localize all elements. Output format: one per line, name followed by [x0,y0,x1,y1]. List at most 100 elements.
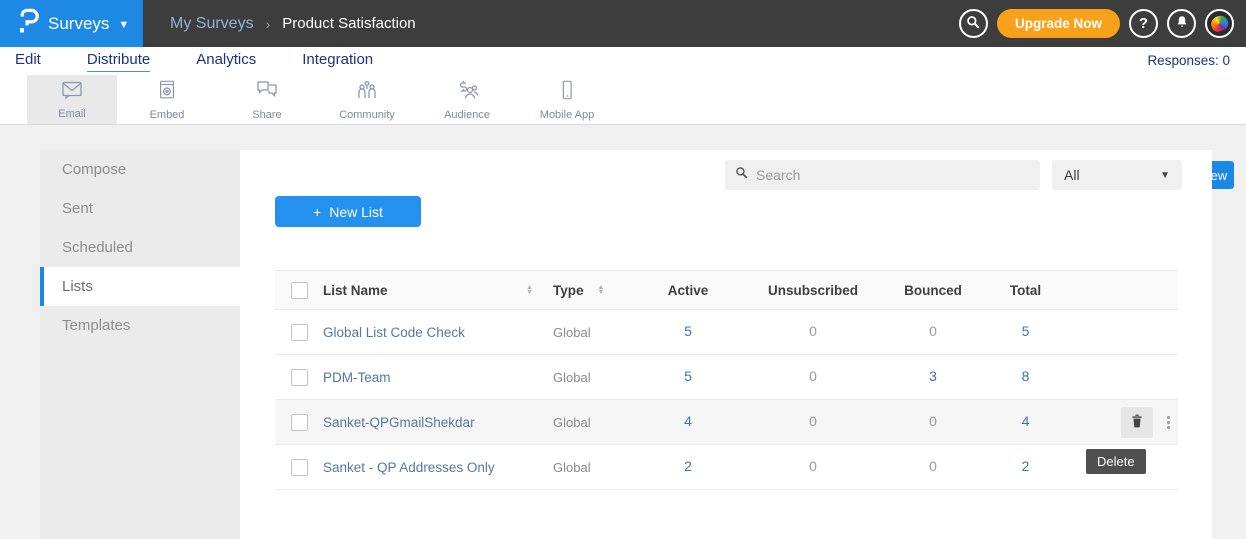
chevron-down-icon: ▼ [118,19,129,31]
list-type: Global [553,370,591,385]
email-icon [60,80,84,105]
brand-menu[interactable]: Surveys ▼ [0,0,143,47]
row-menu-button[interactable] [1167,416,1170,429]
column-unsubscribed: Unsubscribed [743,283,883,298]
sidebar-item-scheduled[interactable]: Scheduled [40,228,240,267]
survey-nav: Edit Distribute Analytics Integration Re… [0,47,1246,75]
share-icon [255,79,279,106]
tab-distribute[interactable]: Distribute [87,51,150,72]
list-name-link[interactable]: Global List Code Check [323,325,465,340]
filter-dropdown[interactable]: All ▼ [1052,160,1182,190]
audience-icon [455,79,479,106]
channel-email[interactable]: Email [27,75,117,124]
total-count[interactable]: 2 [1022,458,1030,474]
channel-community[interactable]: Community [317,75,417,124]
list-type: Global [553,460,591,475]
delete-tooltip: Delete [1086,449,1146,474]
avatar-logo [1209,13,1231,34]
sort-list-name-icon[interactable]: ▲▼ [526,285,533,295]
channel-audience-label: Audience [444,109,490,121]
lists-table: List Name ▲▼ Type ▲▼ Active Unsubscribed… [275,270,1178,490]
total-count[interactable]: 8 [1022,368,1030,384]
channel-mobile-app[interactable]: Mobile App [517,75,617,124]
lists-panel: All ▼ + New List List Name ▲▼ Type ▲▼ Ac… [240,150,1212,539]
notifications-button[interactable] [1167,9,1196,38]
active-count[interactable]: 5 [684,368,692,384]
list-name-link[interactable]: Sanket-QPGmailShekdar [323,415,475,430]
column-list-name: List Name [323,283,388,298]
questionpro-logo-icon [16,7,39,40]
bounced-count[interactable]: 0 [929,413,937,429]
row-checkbox[interactable] [291,369,308,386]
page-title: Product Satisfaction [282,15,415,32]
new-list-label: New List [329,204,383,220]
row-checkbox[interactable] [291,459,308,476]
unsubscribed-count[interactable]: 0 [809,368,817,384]
sidebar-item-compose[interactable]: Compose [40,150,240,189]
delete-list-button[interactable] [1121,407,1153,438]
bounced-count[interactable]: 0 [929,323,937,339]
responses-count[interactable]: Responses: 0 [1147,53,1230,68]
embed-icon [156,79,178,106]
list-search [725,160,1040,190]
sidebar-item-lists[interactable]: Lists [40,267,240,306]
active-count[interactable]: 4 [684,413,692,429]
distribute-toolbar: Email Embed Share Community Audience [0,75,1246,125]
sort-type-icon[interactable]: ▲▼ [598,285,605,295]
row-checkbox[interactable] [291,324,308,341]
channel-audience[interactable]: Audience [417,75,517,124]
channel-mobile-app-label: Mobile App [540,109,594,121]
channel-share-label: Share [252,109,281,121]
channel-share[interactable]: Share [217,75,317,124]
table-row: PDM-Team Global 5 0 3 8 [275,355,1178,400]
new-list-button[interactable]: + New List [275,196,421,227]
filter-value: All [1064,167,1080,183]
bounced-count[interactable]: 0 [929,458,937,474]
table-header-row: List Name ▲▼ Type ▲▼ Active Unsubscribed… [275,270,1178,310]
list-name-link[interactable]: PDM-Team [323,370,391,385]
tab-integration[interactable]: Integration [302,51,373,72]
channel-embed[interactable]: Embed [117,75,217,124]
unsubscribed-count[interactable]: 0 [809,458,817,474]
active-count[interactable]: 2 [684,458,692,474]
brand-menu-label: Surveys [48,14,109,34]
search-input[interactable] [756,167,1030,183]
list-type: Global [553,415,591,430]
list-type: Global [553,325,591,340]
column-total: Total [983,283,1068,298]
select-all-checkbox[interactable] [291,282,308,299]
community-icon [355,79,379,106]
search-icon [966,15,980,33]
upgrade-now-button[interactable]: Upgrade Now [997,9,1120,38]
breadcrumb-separator: › [266,16,271,32]
list-name-link[interactable]: Sanket - QP Addresses Only [323,460,495,475]
search-button[interactable] [959,9,988,38]
bell-icon [1175,14,1189,33]
channel-community-label: Community [339,109,395,121]
column-bounced: Bounced [883,283,983,298]
nav-tabs: Edit Distribute Analytics Integration [15,47,373,75]
breadcrumb: My Surveys › Product Satisfaction [170,0,416,47]
total-count[interactable]: 5 [1022,323,1030,339]
search-icon [735,166,748,184]
unsubscribed-count[interactable]: 0 [809,323,817,339]
sidebar-item-sent[interactable]: Sent [40,189,240,228]
tab-edit[interactable]: Edit [15,51,41,72]
email-sidebar: Compose Sent Scheduled Lists Templates [40,150,240,539]
sidebar-item-templates[interactable]: Templates [40,306,240,345]
user-avatar[interactable] [1205,9,1234,38]
row-checkbox[interactable] [291,414,308,431]
total-count[interactable]: 4 [1022,413,1030,429]
help-button[interactable]: ? [1129,9,1158,38]
top-bar: Surveys ▼ My Surveys › Product Satisfact… [0,0,1246,47]
breadcrumb-my-surveys[interactable]: My Surveys [170,15,254,33]
table-row: Global List Code Check Global 5 0 0 5 [275,310,1178,355]
bounced-count[interactable]: 3 [929,368,937,384]
plus-icon: + [313,204,321,220]
active-count[interactable]: 5 [684,323,692,339]
column-type: Type [553,283,584,298]
table-row: Sanket - QP Addresses Only Global 2 0 0 … [275,445,1178,490]
unsubscribed-count[interactable]: 0 [809,413,817,429]
channel-email-label: Email [58,108,86,120]
tab-analytics[interactable]: Analytics [196,51,256,72]
